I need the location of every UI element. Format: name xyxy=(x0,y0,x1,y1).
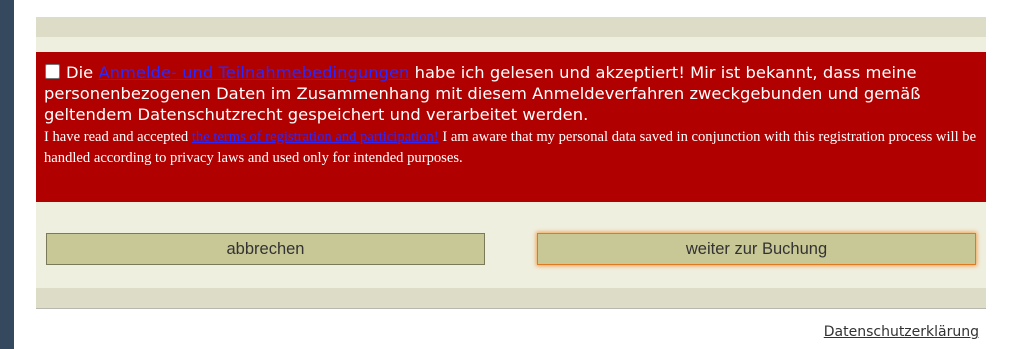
consent-checkbox[interactable] xyxy=(45,64,60,79)
booking-form-panel: Die Anmelde- und Teilnahmebedingungen ha… xyxy=(36,17,986,308)
window-edge xyxy=(0,0,14,349)
consent-en-prefix: I have read and accepted xyxy=(44,129,192,145)
terms-link-en[interactable]: the terms of registration and participat… xyxy=(192,129,439,145)
consent-text-en: I have read and accepted the terms of re… xyxy=(44,127,978,169)
panel-bottom-band xyxy=(36,288,986,308)
terms-link-de[interactable]: Anmelde- und Teilnahmebedingungen xyxy=(98,63,409,82)
page: Die Anmelde- und Teilnahmebedingungen ha… xyxy=(14,0,1014,349)
panel-top-band xyxy=(36,17,986,37)
cancel-button[interactable]: abbrechen xyxy=(46,233,485,265)
consent-de-prefix: Die xyxy=(66,63,99,82)
continue-to-booking-button[interactable]: weiter zur Buchung xyxy=(537,233,976,265)
consent-box: Die Anmelde- und Teilnahmebedingungen ha… xyxy=(36,52,986,202)
footer-divider xyxy=(36,308,986,309)
privacy-policy-link[interactable]: Datenschutzerklärung xyxy=(824,324,979,340)
consent-text-de: Die Anmelde- und Teilnahmebedingungen ha… xyxy=(44,62,989,125)
